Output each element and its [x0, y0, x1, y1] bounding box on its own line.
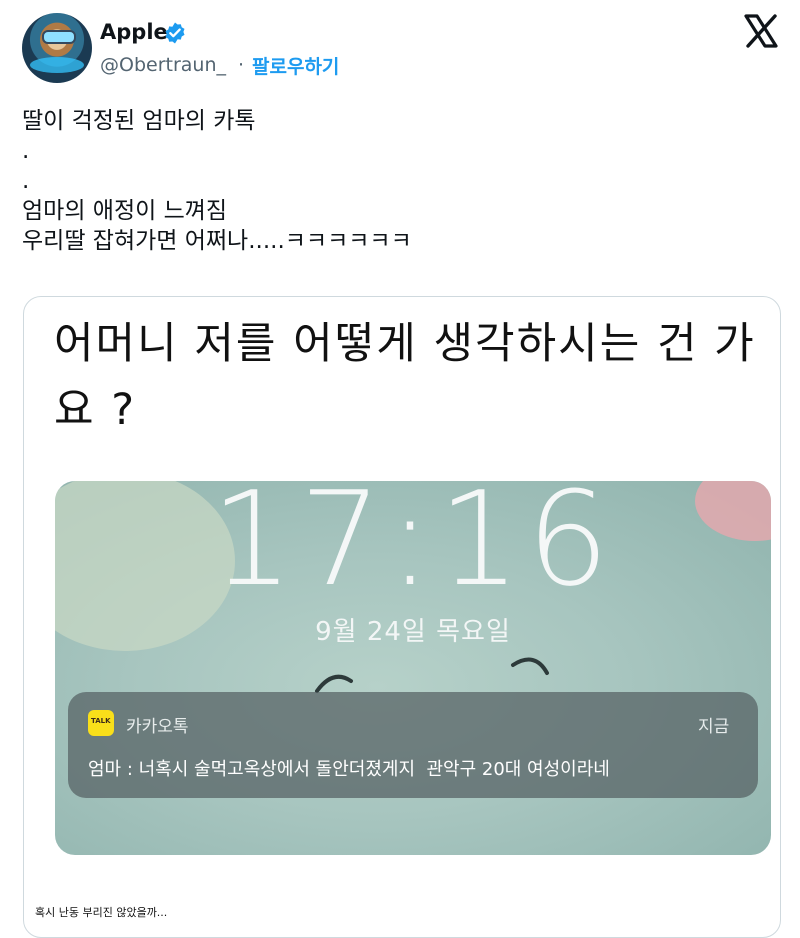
tweet-text: 딸이 걱정된 엄마의 카톡 . . 엄마의 애정이 느껴짐 우리딸 잡혀가면 어… — [22, 106, 412, 256]
lockscreen-date: 9월 24일 목요일 — [315, 617, 511, 647]
tweet-line: 엄마의 애정이 느껴짐 — [22, 198, 228, 224]
lockscreen-image: 17:16 9월 24일 목요일 TALK 카카오톡 지금 엄마 : 너혹시 술… — [55, 481, 771, 855]
notification-time: 지금 — [698, 717, 730, 737]
image-caption: 혹시 난동 부리진 않았을까... — [35, 906, 168, 919]
avatar-glow — [30, 57, 84, 73]
notification-app-name: 카카오톡 — [126, 717, 189, 737]
follow-button[interactable]: 팔로우하기 — [252, 52, 339, 79]
avatar-goggles — [42, 30, 76, 44]
kakaotalk-icon: TALK — [88, 710, 114, 736]
verified-badge-icon — [165, 22, 185, 44]
tweet-line: . — [22, 168, 30, 194]
author-handle[interactable]: @Obertraun_ — [100, 54, 226, 76]
kakaotalk-icon-label: TALK — [91, 717, 111, 725]
avatar[interactable] — [22, 13, 92, 83]
author-name[interactable]: Apple — [100, 20, 168, 44]
separator-dot: · — [238, 54, 245, 76]
x-logo-icon[interactable] — [743, 13, 779, 49]
kakaotalk-notification[interactable]: TALK 카카오톡 지금 엄마 : 너혹시 술먹고옥상에서 돌안더졌게지 관악구… — [68, 692, 758, 798]
notification-message: 엄마 : 너혹시 술먹고옥상에서 돌안더졌게지 관악구 20대 여성이라네 — [88, 759, 610, 780]
tweet-line: . — [22, 138, 30, 164]
lockscreen-time: 17:16 — [210, 481, 616, 615]
image-headline: 어머니 저를 어떻게 생각하시는 건 가요 ? — [54, 319, 756, 435]
tweet-line: 우리딸 잡혀가면 어쩌나.....ㅋㅋㅋㅋㅋㅋ — [22, 228, 412, 254]
media-card[interactable]: 어머니 저를 어떻게 생각하시는 건 가요 ? 17:16 9월 24일 목요일… — [23, 296, 781, 938]
tweet-line: 딸이 걱정된 엄마의 카톡 — [22, 108, 256, 134]
